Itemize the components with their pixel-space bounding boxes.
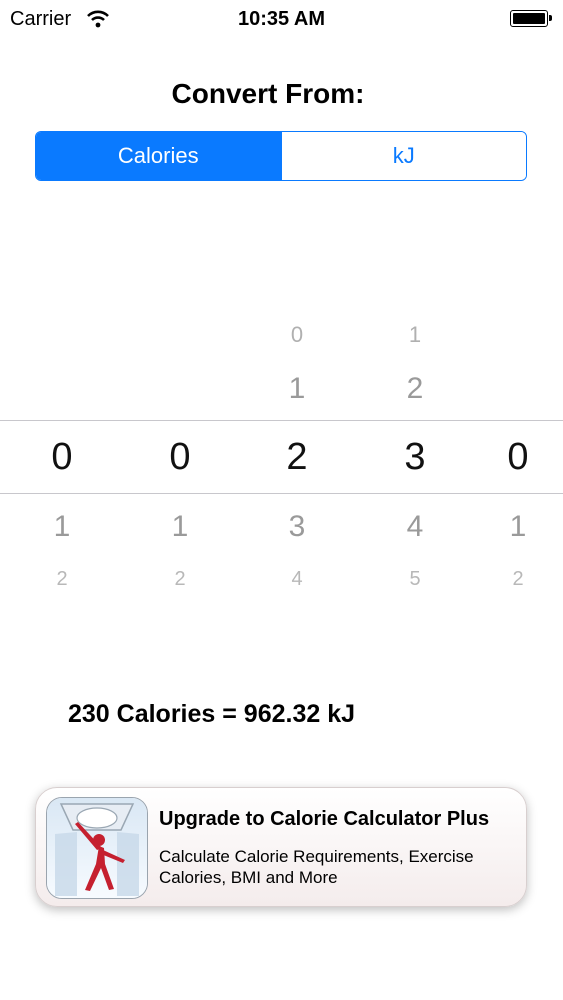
- picker-wheel-5[interactable]: 0 1 2: [478, 290, 558, 630]
- picker-selected-value: 0: [169, 436, 191, 478]
- picker-row: 2: [56, 568, 68, 590]
- conversion-result: 230 Calories = 962.32 kJ: [68, 700, 356, 728]
- picker-row: 4: [406, 510, 424, 543]
- segment-kj[interactable]: kJ: [280, 132, 526, 180]
- picker-row: 1: [171, 510, 189, 543]
- picker-wheel-3[interactable]: 0 1 2 3 4: [257, 290, 337, 630]
- picker-row: 2: [512, 568, 524, 590]
- picker-selected-value: 0: [507, 436, 529, 478]
- picker-selected-value: 0: [51, 436, 73, 478]
- picker-row: 0: [290, 322, 304, 347]
- battery-icon: [510, 10, 552, 27]
- picker-selected-value: 3: [404, 436, 426, 478]
- status-time: 10:35 AM: [237, 8, 326, 30]
- picker-row: 3: [288, 510, 306, 543]
- upgrade-banner[interactable]: Upgrade to Calorie Calculator Plus Calcu…: [35, 787, 527, 907]
- picker-row: 1: [509, 510, 527, 543]
- picker-row: 1: [288, 372, 306, 405]
- picker-selected-value: 2: [286, 436, 308, 478]
- exercise-figure-icon: [47, 798, 147, 898]
- upgrade-subtitle: Calculate Calorie Requirements, Exercise…: [159, 847, 474, 887]
- picker-row: 1: [408, 322, 422, 347]
- picker-wheel-1[interactable]: 0 1 2: [22, 290, 102, 630]
- convert-from-heading: Convert From:: [171, 78, 365, 109]
- picker-row: 1: [53, 510, 71, 543]
- picker-row: 4: [291, 568, 303, 590]
- picker-wheel-2[interactable]: 0 1 2: [140, 290, 220, 630]
- status-bar: Carrier 10:35 AM: [0, 0, 563, 40]
- upgrade-title: Upgrade to Calorie Calculator Plus: [159, 808, 490, 830]
- picker-row: 5: [409, 568, 421, 590]
- unit-segmented-control[interactable]: Calories kJ: [35, 131, 527, 181]
- picker-row: 2: [174, 568, 186, 590]
- value-picker[interactable]: 0 1 2 0 1 2 0 1 2 3 4 1 2 3 4 5 0 1 2: [0, 290, 563, 630]
- segment-calories[interactable]: Calories: [36, 132, 281, 180]
- picker-row: 2: [406, 372, 424, 405]
- picker-wheel-4[interactable]: 1 2 3 4 5: [375, 290, 455, 630]
- app-icon: [46, 797, 148, 899]
